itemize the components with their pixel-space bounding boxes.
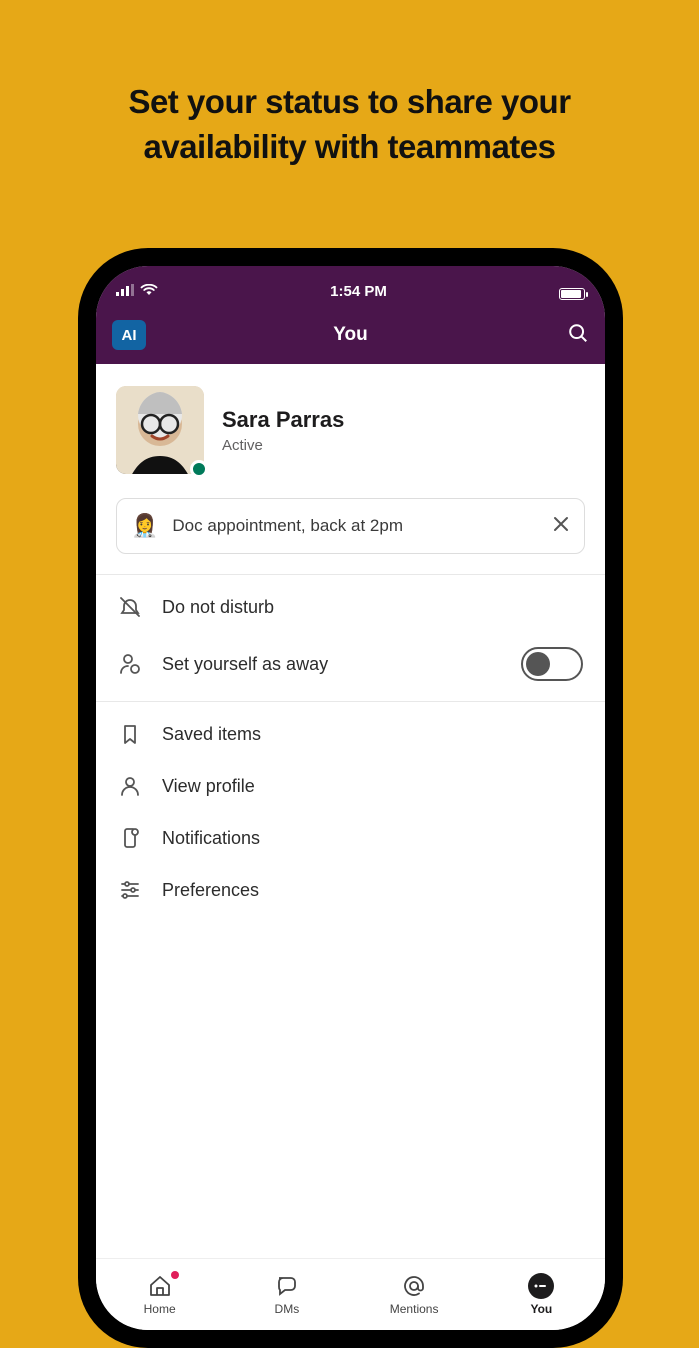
tab-label: DMs: [275, 1302, 300, 1316]
ios-status-bar: 1:54 PM: [96, 266, 605, 306]
close-icon[interactable]: [552, 515, 570, 538]
bell-off-icon: [118, 595, 142, 619]
person-icon: [118, 774, 142, 798]
app-navbar: AI You: [96, 306, 605, 364]
tab-label: You: [530, 1302, 552, 1316]
presence-indicator: [190, 460, 208, 478]
device-notification-icon: [118, 826, 142, 850]
person-away-icon: [118, 652, 142, 676]
user-name: Sara Parras: [222, 407, 344, 433]
content-area: Sara Parras Active 👩‍⚕️ Doc appointment,…: [96, 364, 605, 1258]
battery-icon: [559, 288, 585, 300]
menu-label: Saved items: [162, 724, 583, 745]
menu-label: Do not disturb: [162, 597, 583, 618]
menu-label: View profile: [162, 776, 583, 797]
avatar[interactable]: [116, 386, 204, 474]
you-avatar-icon: [528, 1273, 554, 1299]
promo-headline: Set your status to share your availabili…: [0, 0, 699, 169]
tab-dms[interactable]: DMs: [223, 1259, 350, 1330]
tab-label: Mentions: [390, 1302, 439, 1316]
presence-label: Active: [222, 437, 344, 454]
tab-you[interactable]: You: [478, 1259, 605, 1330]
workspace-badge[interactable]: AI: [112, 320, 146, 350]
wifi-icon: [140, 283, 158, 300]
screen-title: You: [333, 324, 367, 346]
menu-label: Set yourself as away: [162, 654, 501, 675]
bookmark-icon: [118, 722, 142, 746]
badge-dot: [171, 1271, 179, 1279]
at-icon: [401, 1273, 427, 1299]
phone-frame: 1:54 PM AI You: [78, 248, 623, 1348]
chat-icon: [274, 1273, 300, 1299]
menu-item-profile[interactable]: View profile: [96, 760, 605, 812]
menu-label: Notifications: [162, 828, 583, 849]
tab-label: Home: [144, 1302, 176, 1316]
clock-time: 1:54 PM: [330, 283, 387, 300]
menu-item-dnd[interactable]: Do not disturb: [96, 581, 605, 633]
menu-item-saved[interactable]: Saved items: [96, 708, 605, 760]
menu-item-away[interactable]: Set yourself as away: [96, 633, 605, 695]
search-icon[interactable]: [567, 322, 589, 349]
menu-label: Preferences: [162, 880, 583, 901]
status-emoji-icon: 👩‍⚕️: [131, 513, 158, 539]
bottom-tabbar: Home DMs Mentions You: [96, 1258, 605, 1330]
sliders-icon: [118, 878, 142, 902]
menu-item-preferences[interactable]: Preferences: [96, 864, 605, 916]
tab-mentions[interactable]: Mentions: [351, 1259, 478, 1330]
status-text: Doc appointment, back at 2pm: [172, 516, 538, 536]
profile-header[interactable]: Sara Parras Active: [96, 364, 605, 484]
menu-item-notifications[interactable]: Notifications: [96, 812, 605, 864]
signal-icon: [116, 283, 134, 300]
menu-section-more: Saved items View profile Notifications: [96, 702, 605, 922]
away-toggle[interactable]: [521, 647, 583, 681]
menu-section-availability: Do not disturb Set yourself as away: [96, 575, 605, 701]
tab-home[interactable]: Home: [96, 1259, 223, 1330]
status-input[interactable]: 👩‍⚕️ Doc appointment, back at 2pm: [116, 498, 585, 554]
toggle-knob: [526, 652, 550, 676]
home-icon: [147, 1273, 173, 1299]
phone-screen: 1:54 PM AI You: [96, 266, 605, 1330]
